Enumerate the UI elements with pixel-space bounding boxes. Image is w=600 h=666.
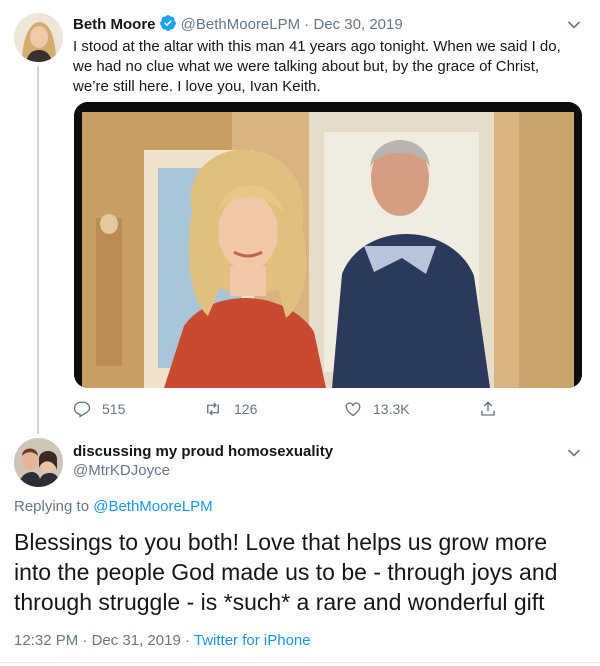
separator: · [184, 632, 190, 649]
retweet-button[interactable]: 126 [203, 398, 257, 420]
reply-icon [73, 401, 91, 418]
replying-to-link[interactable]: @BethMooreLPM [93, 498, 212, 515]
like-count: 13.3K [373, 401, 410, 417]
verified-icon [159, 14, 177, 37]
like-icon [345, 402, 361, 417]
reply-author-handle[interactable]: @MtrKDJoyce [73, 462, 170, 480]
divider [0, 662, 600, 663]
tweet-text: I stood at the altar with this man 41 ye… [73, 38, 561, 95]
separator: · [82, 632, 88, 649]
reply-time[interactable]: 12:32 PM [14, 632, 78, 649]
reply-date[interactable]: Dec 31, 2019 [92, 632, 181, 649]
reply-source[interactable]: Twitter for iPhone [194, 632, 311, 649]
author-handle[interactable]: @BethMooreLPM [181, 16, 300, 33]
reply-meta: 12:32 PM · Dec 31, 2019 · Twitter for iP… [14, 632, 311, 650]
share-icon [481, 401, 495, 416]
replying-prefix: Replying to [14, 498, 90, 515]
reply-button[interactable]: 515 [73, 398, 125, 420]
chevron-down-icon[interactable] [567, 445, 581, 457]
tweet-actions: 515 126 13.3K [73, 398, 513, 420]
reply-author-name[interactable]: discussing my proud homosexuality [73, 443, 333, 461]
reply-count: 515 [102, 401, 126, 417]
share-button[interactable] [479, 398, 508, 420]
avatar[interactable] [14, 438, 63, 487]
avatar[interactable] [14, 13, 63, 62]
chevron-down-icon[interactable] [567, 17, 581, 29]
tweet-header: Beth Moore @BethMooreLPM · Dec 30, 2019 [73, 14, 403, 37]
retweet-count: 126 [234, 401, 258, 417]
replying-to: Replying to @BethMooreLPM [14, 498, 213, 516]
tweet-photo[interactable] [74, 102, 582, 388]
thread-line [37, 66, 39, 434]
retweet-icon [207, 402, 219, 416]
tweet-date[interactable]: Dec 30, 2019 [313, 16, 402, 33]
author-name[interactable]: Beth Moore [73, 16, 156, 33]
reply-text: Blessings to you both! Love that helps u… [14, 529, 558, 615]
separator: · [304, 16, 310, 33]
like-button[interactable]: 13.3K [344, 398, 410, 420]
